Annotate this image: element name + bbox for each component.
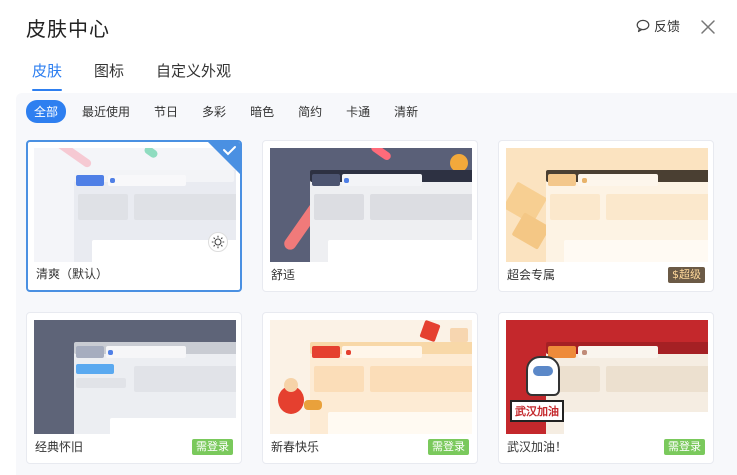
skin-card-fresh-default[interactable]: 清爽（默认） [26,140,242,292]
skin-name: 舒适 [271,268,296,282]
skin-thumbnail [270,148,472,262]
skin-card-spring-festival[interactable]: 新春快乐 需登录 [262,312,478,464]
skin-name: 新春快乐 [271,440,320,454]
skin-name: 超会专属 [507,268,556,282]
speech-bubble-icon [636,19,650,32]
tab-custom-appearance[interactable]: 自定义外观 [156,60,231,87]
close-icon[interactable] [697,16,719,38]
skin-thumbnail [270,320,472,434]
skin-thumbnail: 武汉加油 [506,320,708,434]
skin-card-comfort[interactable]: 舒适 [262,140,478,292]
skin-card-svip[interactable]: 超会专属 $超级 [498,140,714,292]
checkmark-icon [208,142,240,174]
filter-fresh[interactable]: 清新 [386,100,426,123]
skin-card-wuhan[interactable]: 武汉加油 武汉加油！ 需登录 [498,312,714,464]
login-required-badge: 需登录 [192,439,233,455]
page-title: 皮肤中心 [26,17,110,41]
tab-icons[interactable]: 图标 [94,60,124,87]
skin-name: 清爽（默认） [36,267,109,281]
main-tabs: 皮肤 图标 自定义外观 [32,60,263,91]
skin-card-classic[interactable]: 经典怀旧 需登录 [26,312,242,464]
filter-bar: 全部 最近使用 节日 多彩 暗色 简约 卡通 清新 [26,100,434,123]
feedback-label: 反馈 [654,20,681,35]
filter-all[interactable]: 全部 [26,100,67,123]
filter-cartoon[interactable]: 卡通 [338,100,378,123]
login-required-badge: 需登录 [664,439,705,455]
filter-recent[interactable]: 最近使用 [74,100,138,123]
login-required-badge: 需登录 [428,439,469,455]
skin-name: 经典怀旧 [35,440,84,454]
filter-simple[interactable]: 简约 [290,100,330,123]
svip-badge: $超级 [668,267,705,283]
filter-colorful[interactable]: 多彩 [194,100,234,123]
skin-thumbnail [506,148,708,262]
wuhan-banner: 武汉加油 [510,400,564,422]
filter-dark[interactable]: 暗色 [242,100,282,123]
sun-icon[interactable] [208,232,228,252]
skin-thumbnail [34,320,236,434]
feedback-button[interactable]: 反馈 [636,16,680,35]
skin-thumbnail [34,148,236,262]
skin-name: 武汉加油！ [507,440,568,454]
tab-skins[interactable]: 皮肤 [32,60,63,91]
filter-festival[interactable]: 节日 [146,100,186,123]
